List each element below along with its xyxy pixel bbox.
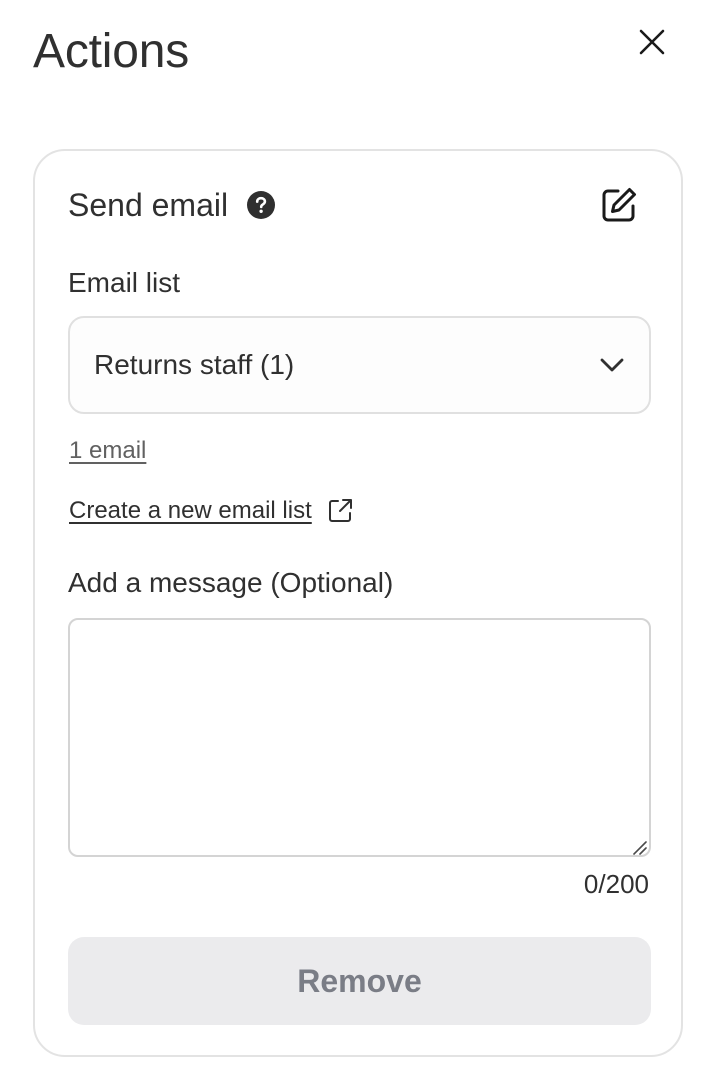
message-label: Add a message (Optional) [68, 567, 394, 598]
question-circle-icon[interactable] [246, 190, 276, 220]
message-textarea[interactable] [68, 618, 651, 857]
card-header: Send email [68, 185, 276, 225]
edit-button[interactable] [595, 181, 643, 229]
close-button[interactable] [628, 20, 676, 64]
edit-icon [602, 188, 636, 222]
message-character-counter: 0/200 [583, 869, 649, 899]
email-list-label: Email list [68, 267, 181, 298]
send-email-action-card: Send email Email list Returns staff (1) [33, 149, 683, 1057]
remove-button[interactable]: Remove [68, 937, 651, 1025]
resize-handle-icon[interactable] [631, 839, 647, 855]
email-list-selected-value: Returns staff (1) [94, 349, 295, 380]
close-icon [639, 29, 665, 55]
create-email-list-row: Create a new email list [69, 497, 354, 525]
create-email-list-link[interactable]: Create a new email list [69, 497, 312, 525]
page-title: Actions [33, 25, 190, 78]
card-title: Send email [68, 187, 229, 223]
email-list-select[interactable]: Returns staff (1) [68, 316, 651, 414]
email-count-link[interactable]: 1 email [69, 437, 146, 465]
external-link-icon[interactable] [326, 497, 354, 525]
chevron-down-icon [600, 358, 624, 372]
